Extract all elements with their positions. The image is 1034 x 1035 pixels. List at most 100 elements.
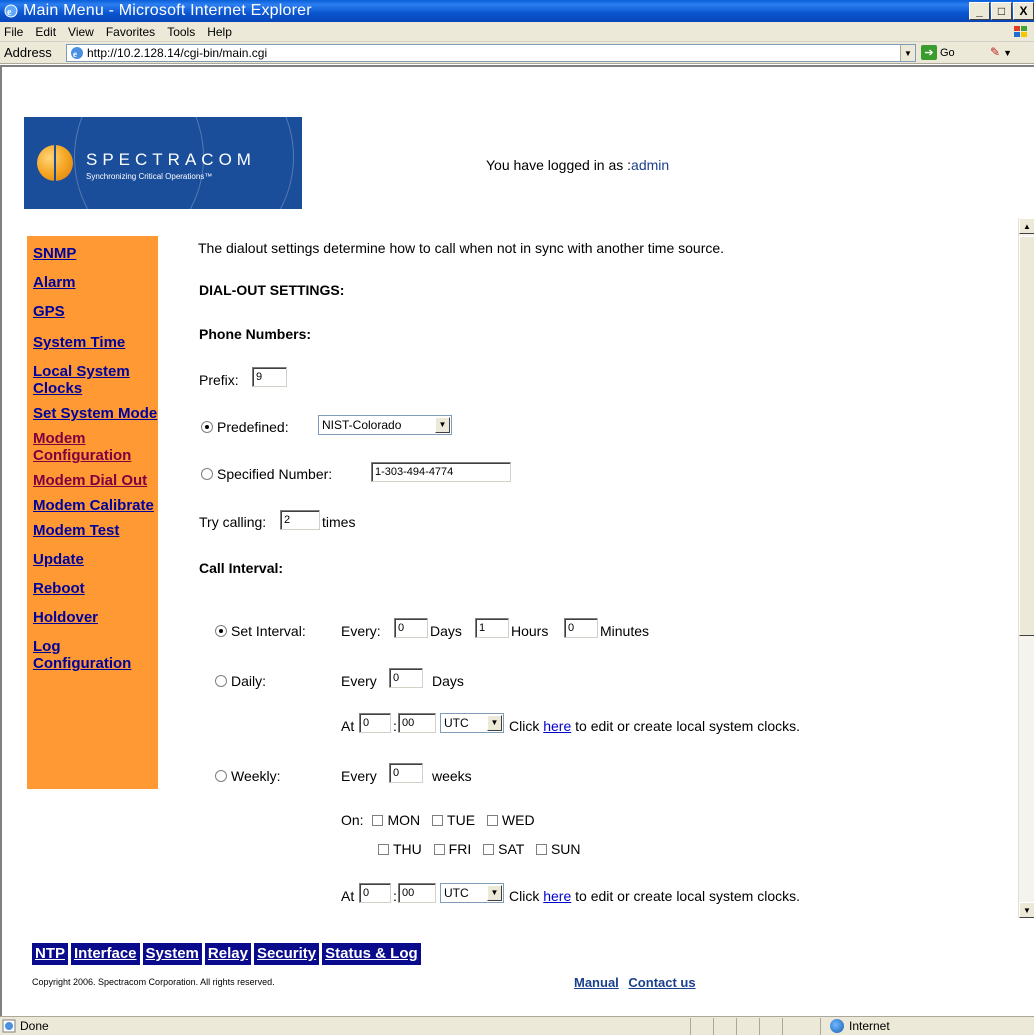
daily-days-input[interactable]: 0 <box>389 668 423 688</box>
checkbox-fri[interactable] <box>433 844 445 855</box>
specified-number-input[interactable]: 1-303-494-4774 <box>371 462 511 482</box>
vertical-scrollbar[interactable]: ▲ ▼ <box>1018 218 1034 918</box>
manual-link[interactable]: Manual <box>574 975 619 990</box>
sidebar-item-holdover[interactable]: Holdover <box>33 609 158 638</box>
weekly-minute-input[interactable]: 00 <box>398 883 436 903</box>
weekly-label: Weekly: <box>231 768 281 784</box>
sidebar-item-update[interactable]: Update <box>33 551 158 580</box>
specified-label: Specified Number: <box>217 466 333 482</box>
predefined-row: Predefined: <box>201 419 289 435</box>
copyright-text: Copyright 2006. Spectracom Corporation. … <box>32 977 275 987</box>
address-input[interactable]: e http://10.2.128.14/cgi-bin/main.cgi ▼ <box>66 44 916 62</box>
weekly-weeks-input[interactable]: 0 <box>389 763 423 783</box>
footer-link-security[interactable]: Security <box>253 943 320 965</box>
sidebar-item-gps[interactable]: GPS <box>33 303 158 334</box>
interval-days-label: Days <box>430 623 462 639</box>
phone-numbers-title: Phone Numbers: <box>199 326 312 342</box>
window-titlebar[interactable]: e Main Menu - Microsoft Internet Explore… <box>0 0 1034 22</box>
minimize-button[interactable]: _ <box>969 2 990 20</box>
menu-help[interactable]: Help <box>201 25 238 39</box>
sidebar-item-local-system-clocks[interactable]: Local System Clocks <box>33 363 158 405</box>
daily-label: Daily: <box>231 673 267 689</box>
predefined-label: Predefined: <box>217 419 289 435</box>
footer-nav: NTP Interface System Relay Security Stat… <box>32 943 421 965</box>
brand-name: SPECTRACOM <box>86 150 256 169</box>
daily-click: Click <box>509 718 540 734</box>
checkbox-thu[interactable] <box>378 844 389 855</box>
sidebar-item-modem-configuration[interactable]: Modem Configuration <box>33 430 158 472</box>
svg-text:e: e <box>73 49 77 59</box>
go-button[interactable]: ➔ Go <box>921 45 955 60</box>
go-label: Go <box>940 46 955 59</box>
daily-click-text: Click here to edit or create local syste… <box>509 718 800 734</box>
checkbox-wed[interactable] <box>486 815 498 826</box>
predefined-select[interactable]: NIST-Colorado ▼ <box>318 415 452 435</box>
weekly-hour-input[interactable]: 0 <box>359 883 391 903</box>
weekly-at-label: At <box>341 888 355 904</box>
scroll-down-icon[interactable]: ▼ <box>1019 902 1034 918</box>
menu-file[interactable]: File <box>0 25 29 39</box>
footer-link-ntp[interactable]: NTP <box>32 943 68 965</box>
status-done-text: Done <box>20 1019 49 1033</box>
interval-hours-input[interactable]: 1 <box>475 618 509 638</box>
scroll-up-icon[interactable]: ▲ <box>1019 218 1034 234</box>
day-fri: FRI <box>448 841 472 857</box>
menu-view[interactable]: View <box>62 25 100 39</box>
sidebar-item-modem-dial-out[interactable]: Modem Dial Out <box>33 472 158 497</box>
menu-favorites[interactable]: Favorites <box>100 25 161 39</box>
weekly-on-label: On: <box>341 812 364 828</box>
checkbox-mon[interactable] <box>372 815 384 826</box>
page-icon: e <box>70 46 84 60</box>
day-sun: SUN <box>550 841 581 857</box>
daily-here-link[interactable]: here <box>543 718 571 734</box>
sidebar-item-modem-calibrate[interactable]: Modem Calibrate <box>33 497 158 522</box>
acrobat-icon[interactable]: ✎ ▼ <box>990 45 1012 59</box>
daily-timezone-select[interactable]: UTC ▼ <box>440 713 504 733</box>
daily-hour-input[interactable]: 0 <box>359 713 391 733</box>
footer-link-relay[interactable]: Relay <box>204 943 251 965</box>
sidebar-item-modem-test[interactable]: Modem Test <box>33 522 158 551</box>
prefix-input[interactable]: 9 <box>252 367 287 387</box>
sidebar-item-set-system-mode[interactable]: Set System Mode <box>33 405 158 430</box>
sidebar-item-reboot[interactable]: Reboot <box>33 580 158 609</box>
daily-minute-input[interactable]: 00 <box>398 713 436 733</box>
sidebar-item-log-configuration[interactable]: Log Configuration <box>33 638 158 684</box>
footer-links: Manual Contact us <box>574 975 702 990</box>
weekly-timezone-select[interactable]: UTC ▼ <box>440 883 504 903</box>
zone-text: Internet <box>849 1019 890 1033</box>
weekly-here-link[interactable]: here <box>543 888 571 904</box>
address-dropdown-icon[interactable]: ▼ <box>900 45 915 61</box>
footer-link-interface[interactable]: Interface <box>71 943 140 965</box>
footer-link-status-log[interactable]: Status & Log <box>322 943 421 965</box>
menu-tools[interactable]: Tools <box>161 25 201 39</box>
menu-edit[interactable]: Edit <box>29 25 62 39</box>
sidebar-nav: SNMP Alarm GPS System Time Local System … <box>27 236 158 789</box>
try-calling-input[interactable]: 2 <box>280 510 320 530</box>
specified-radio[interactable] <box>201 468 213 480</box>
daily-every: Every <box>341 673 377 689</box>
sidebar-item-alarm[interactable]: Alarm <box>33 274 158 303</box>
close-button[interactable]: X <box>1013 2 1034 20</box>
interval-minutes-input[interactable]: 0 <box>564 618 598 638</box>
day-wed: WED <box>501 812 535 828</box>
sidebar-item-snmp[interactable]: SNMP <box>33 245 158 274</box>
daily-at-label: At <box>341 718 355 734</box>
go-arrow-icon: ➔ <box>921 45 937 60</box>
scroll-thumb[interactable] <box>1019 236 1034 636</box>
maximize-button[interactable]: □ <box>991 2 1012 20</box>
set-interval-radio[interactable] <box>215 625 227 637</box>
predefined-radio[interactable] <box>201 421 213 433</box>
weekly-row: Weekly: <box>215 768 281 784</box>
weekly-radio[interactable] <box>215 770 227 782</box>
contact-us-link[interactable]: Contact us <box>628 975 695 990</box>
checkbox-tue[interactable] <box>432 815 444 826</box>
sidebar-item-system-time[interactable]: System Time <box>33 334 158 363</box>
day-mon: MON <box>387 812 421 828</box>
svg-text:e: e <box>7 7 12 18</box>
checkbox-sat[interactable] <box>483 844 495 855</box>
footer-link-system[interactable]: System <box>142 943 202 965</box>
menu-bar: File Edit View Favorites Tools Help <box>0 22 1034 42</box>
daily-radio[interactable] <box>215 675 227 687</box>
interval-days-input[interactable]: 0 <box>394 618 428 638</box>
checkbox-sun[interactable] <box>535 844 547 855</box>
